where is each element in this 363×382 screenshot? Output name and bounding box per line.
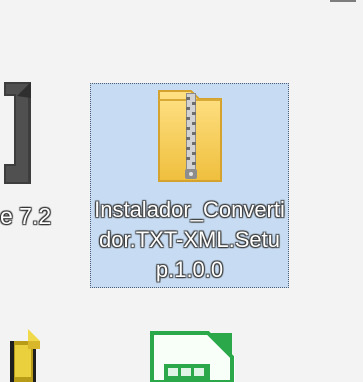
desktop-icon-partial-left[interactable]: e 7.2 xyxy=(0,82,84,232)
app-icon xyxy=(10,327,42,382)
desktop-icon-partial-bottom-left[interactable] xyxy=(10,327,42,382)
desktop-icon-partial-bottom-center[interactable] xyxy=(150,331,235,382)
zip-folder-icon xyxy=(155,89,225,187)
desktop-icon-installer-zip[interactable]: Instalador_Convertidor.TXT-XML.Setup.1.0… xyxy=(90,83,289,288)
spreadsheet-icon xyxy=(150,331,235,382)
desktop-area: e 7.2 Instalador_Convertidor.TXT-XML.Set… xyxy=(0,0,363,382)
document-icon xyxy=(4,82,31,184)
desktop-icon-label: e 7.2 xyxy=(0,203,52,229)
window-edge xyxy=(330,0,356,2)
desktop-icon-label: Instalador_Convertidor.TXT-XML.Setup.1.0… xyxy=(94,197,285,282)
